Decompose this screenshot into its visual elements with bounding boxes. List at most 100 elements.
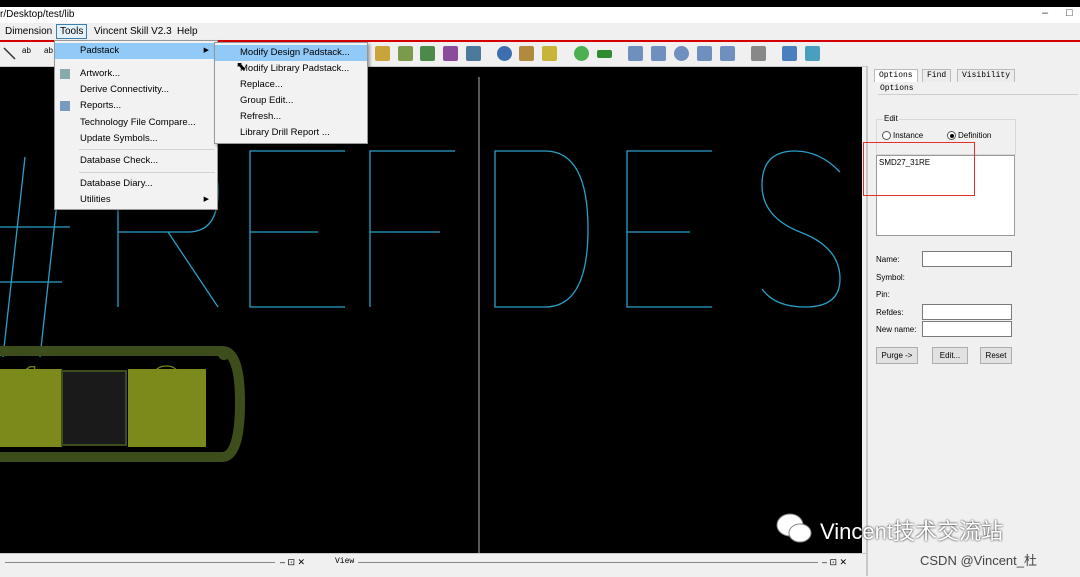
menu-item-artwork-label: Artwork...: [80, 68, 121, 79]
counter-icon[interactable]: [542, 46, 557, 61]
menu-item-update-label: Update Symbols...: [80, 133, 158, 144]
padstack-list[interactable]: SMD27_31RE: [863, 142, 1015, 236]
reports-icon: [60, 101, 70, 111]
menu-item-database-diary[interactable]: Database Diary...: [55, 176, 217, 192]
grid-icon[interactable]: [443, 46, 458, 61]
menu-item-replace[interactable]: Replace...: [215, 77, 367, 93]
frame-icon[interactable]: [720, 46, 735, 61]
tab-options[interactable]: Options: [874, 69, 918, 82]
radio-definition-dot[interactable]: [947, 131, 956, 141]
watermark-text: Vincent技术交流站: [820, 519, 1003, 544]
menu-item-group-edit[interactable]: Group Edit...: [215, 93, 367, 109]
shape-icon[interactable]: [628, 46, 643, 61]
pin-label: Pin:: [876, 290, 890, 299]
reset-button[interactable]: Reset: [980, 347, 1012, 364]
menu-item-reports[interactable]: Reports...: [55, 98, 217, 114]
pin-number-1: 1: [15, 355, 47, 420]
maximize-button[interactable]: □: [1066, 7, 1073, 19]
modify-design-label: Modify Design Padstack...: [240, 47, 350, 58]
tab-visibility[interactable]: Visibility: [957, 69, 1016, 82]
menu-separator: [79, 149, 215, 150]
wechat-logo-icon: [776, 513, 812, 543]
options-section-label: Options: [880, 84, 914, 93]
radio-instance[interactable]: Instance: [882, 131, 924, 141]
dock-handle-right[interactable]: [358, 562, 818, 563]
pad-gap: [61, 370, 127, 446]
menu-tools[interactable]: Tools: [56, 24, 88, 39]
status-icon[interactable]: [597, 50, 612, 58]
menu-item-artwork[interactable]: Artwork...: [55, 66, 217, 82]
menu-bar: Dimension Tools Vincent Skill V2.3 Help: [0, 23, 1080, 41]
purge-button[interactable]: Purge ->: [876, 347, 918, 364]
menu-dimension[interactable]: Dimension: [2, 25, 55, 38]
name-label: Name:: [876, 255, 900, 264]
place-icon[interactable]: [420, 46, 435, 61]
drill-report-label: Library Drill Report ...: [240, 127, 330, 138]
edit-legend: Edit: [883, 114, 899, 123]
symbol-label: Symbol:: [876, 273, 905, 282]
options-panel: Options Find Visibility Options Edit Ins…: [863, 67, 1080, 576]
line-tool-icon[interactable]: [2, 46, 17, 61]
menu-item-derive-connectivity[interactable]: Derive Connectivity...: [55, 82, 217, 98]
menu-item-dbcheck-label: Database Check...: [80, 155, 159, 166]
group-edit-label: Group Edit...: [240, 95, 294, 106]
radio-instance-dot[interactable]: [882, 131, 891, 141]
menu-item-diary-label: Database Diary...: [80, 178, 153, 189]
menu-item-tech-compare[interactable]: Technology File Compare...: [55, 115, 217, 131]
radio-definition-label: Definition: [958, 131, 992, 140]
menu-separator: [79, 172, 215, 173]
radio-instance-label: Instance: [893, 131, 924, 140]
display-icon[interactable]: [466, 46, 481, 61]
menu-item-refresh[interactable]: Refresh...: [215, 109, 367, 125]
menu-item-tech-label: Technology File Compare...: [80, 117, 196, 128]
name-field[interactable]: [922, 251, 1012, 267]
radio-definition[interactable]: Definition: [947, 131, 992, 141]
menu-item-utilities-label: Utilities: [80, 194, 111, 205]
menu-vincent-skill[interactable]: Vincent Skill V2.3: [91, 25, 175, 38]
menu-item-update-symbols[interactable]: Update Symbols...: [55, 131, 217, 147]
net-icon[interactable]: [805, 46, 820, 61]
refdes-field[interactable]: [922, 304, 1012, 320]
view-pane-label: View: [335, 557, 355, 566]
new-name-field[interactable]: [922, 321, 1012, 337]
submenu-arrow-icon: ▶: [203, 47, 209, 54]
refresh-label: Refresh...: [240, 111, 282, 122]
dock-controls-left[interactable]: – ⊡ ✕: [280, 557, 305, 568]
menu-item-padstack[interactable]: Padstack ▶: [55, 43, 217, 59]
dock-controls-right[interactable]: – ⊡ ✕: [822, 557, 847, 568]
top-band: [0, 0, 1080, 7]
minimize-button[interactable]: –: [1042, 7, 1048, 19]
tab-find[interactable]: Find: [922, 69, 952, 82]
info-icon[interactable]: [497, 46, 512, 61]
drc-icon[interactable]: [574, 46, 589, 61]
menu-item-database-check[interactable]: Database Check...: [55, 153, 217, 169]
menu-help[interactable]: Help: [174, 25, 201, 38]
tools-menu: Padstack ▶ Artwork... Derive Connectivity…: [54, 40, 218, 210]
refdes-label: Refdes:: [876, 308, 904, 317]
mouse-pointer-icon: ⬉: [236, 59, 247, 73]
rect-icon[interactable]: [651, 46, 666, 61]
replace-label: Replace...: [240, 79, 283, 90]
modify-library-label: Modify Library Padstack...: [240, 63, 350, 74]
circle-icon[interactable]: [674, 46, 689, 61]
pin1-marker: [218, 348, 230, 360]
edit-button[interactable]: Edit...: [932, 347, 968, 364]
layout-icon[interactable]: [375, 46, 390, 61]
window-icon[interactable]: [782, 46, 797, 61]
dock-handle-left[interactable]: [5, 562, 275, 563]
submenu-arrow-icon: ▶: [203, 196, 209, 203]
menu-item-derive-label: Derive Connectivity...: [80, 84, 170, 95]
artwork-icon: [60, 69, 70, 79]
select-icon[interactable]: [697, 46, 712, 61]
component-icon[interactable]: [398, 46, 413, 61]
menu-item-utilities[interactable]: Utilities ▶: [55, 192, 217, 208]
title-bar: r/Desktop/test/lib – □: [0, 7, 1080, 23]
menu-item-reports-label: Reports...: [80, 100, 122, 111]
menu-item-padstack-label: Padstack: [80, 45, 120, 56]
text-tool-icon[interactable]: ab: [22, 46, 37, 61]
menu-item-library-drill-report[interactable]: Library Drill Report ...: [215, 125, 367, 141]
measure-icon[interactable]: [519, 46, 534, 61]
pin-number-2: 2: [150, 355, 182, 420]
new-name-label: New name:: [876, 325, 917, 334]
camera-icon[interactable]: [751, 46, 766, 61]
